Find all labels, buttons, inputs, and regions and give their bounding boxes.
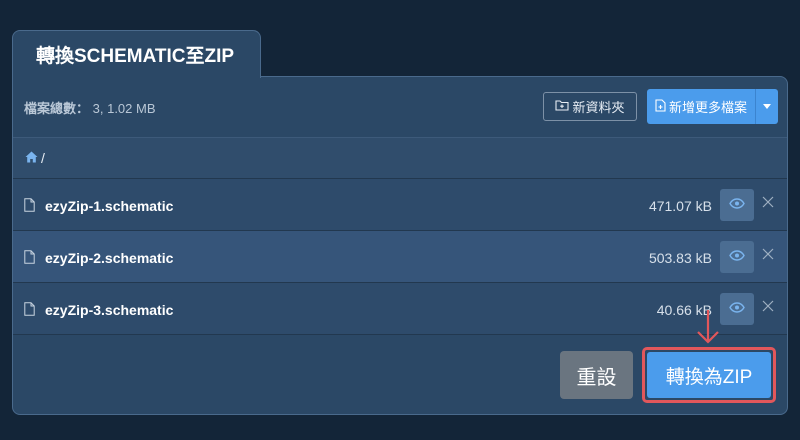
eye-icon <box>729 196 745 214</box>
file-size: 471.07 kB <box>648 198 712 214</box>
converter-panel: 檔案總數： 3, 1.02 MB 新資料夾 新增更多檔案 / ezyZip-1.… <box>12 76 788 415</box>
file-count-value: 3, 1.02 MB <box>92 101 156 116</box>
close-icon <box>762 247 774 265</box>
arrow-down-icon <box>693 309 723 350</box>
toolbar: 檔案總數： 3, 1.02 MB 新資料夾 新增更多檔案 <box>13 77 787 138</box>
file-list: ezyZip-1.schematic 471.07 kB ezyZip-2.sc… <box>13 179 787 335</box>
add-files-button-group: 新增更多檔案 <box>647 89 778 124</box>
file-name: ezyZip-1.schematic <box>45 198 174 214</box>
eye-icon <box>729 248 745 266</box>
add-files-label: 新增更多檔案 <box>668 100 747 115</box>
reset-label: 重設 <box>576 366 617 389</box>
new-folder-label: 新資料夾 <box>572 100 625 115</box>
convert-label: 轉換為ZIP <box>665 366 753 388</box>
add-files-button[interactable]: 新增更多檔案 <box>647 89 756 124</box>
breadcrumb: / <box>13 138 787 179</box>
file-row: ezyZip-2.schematic 503.83 kB <box>13 231 787 283</box>
page-title: 轉換SCHEMATIC至ZIP <box>36 46 235 67</box>
convert-to-zip-button[interactable]: 轉換為ZIP <box>642 347 776 403</box>
eye-icon <box>729 300 745 318</box>
remove-file-button[interactable] <box>761 195 775 213</box>
file-count: 檔案總數： 3, 1.02 MB <box>24 98 156 117</box>
file-size: 503.83 kB <box>648 250 712 266</box>
file-name: ezyZip-2.schematic <box>45 250 174 266</box>
convert-to-zip-inner: 轉換為ZIP <box>647 352 771 398</box>
close-icon <box>762 195 774 213</box>
file-icon <box>24 302 35 321</box>
file-name: ezyZip-3.schematic <box>45 302 174 318</box>
preview-button[interactable] <box>720 293 754 325</box>
reset-button[interactable]: 重設 <box>560 351 633 399</box>
add-files-dropdown-toggle[interactable] <box>756 89 778 124</box>
breadcrumb-path: / <box>41 150 45 166</box>
home-icon[interactable] <box>25 150 38 166</box>
preview-button[interactable] <box>720 241 754 273</box>
remove-file-button[interactable] <box>761 247 775 265</box>
remove-file-button[interactable] <box>761 299 775 317</box>
file-icon <box>24 198 35 217</box>
file-count-label: 檔案總數： <box>24 101 90 116</box>
action-footer: 重設 轉換為ZIP <box>13 335 787 414</box>
file-icon <box>24 250 35 269</box>
file-row: ezyZip-1.schematic 471.07 kB <box>13 179 787 231</box>
preview-button[interactable] <box>720 189 754 221</box>
file-plus-icon <box>655 98 666 115</box>
page-title-tab: 轉換SCHEMATIC至ZIP <box>12 30 261 78</box>
close-icon <box>762 299 774 317</box>
folder-plus-icon <box>555 99 570 114</box>
caret-down-icon <box>763 104 771 109</box>
new-folder-button[interactable]: 新資料夾 <box>543 92 637 121</box>
file-row: ezyZip-3.schematic 40.66 kB <box>13 283 787 335</box>
